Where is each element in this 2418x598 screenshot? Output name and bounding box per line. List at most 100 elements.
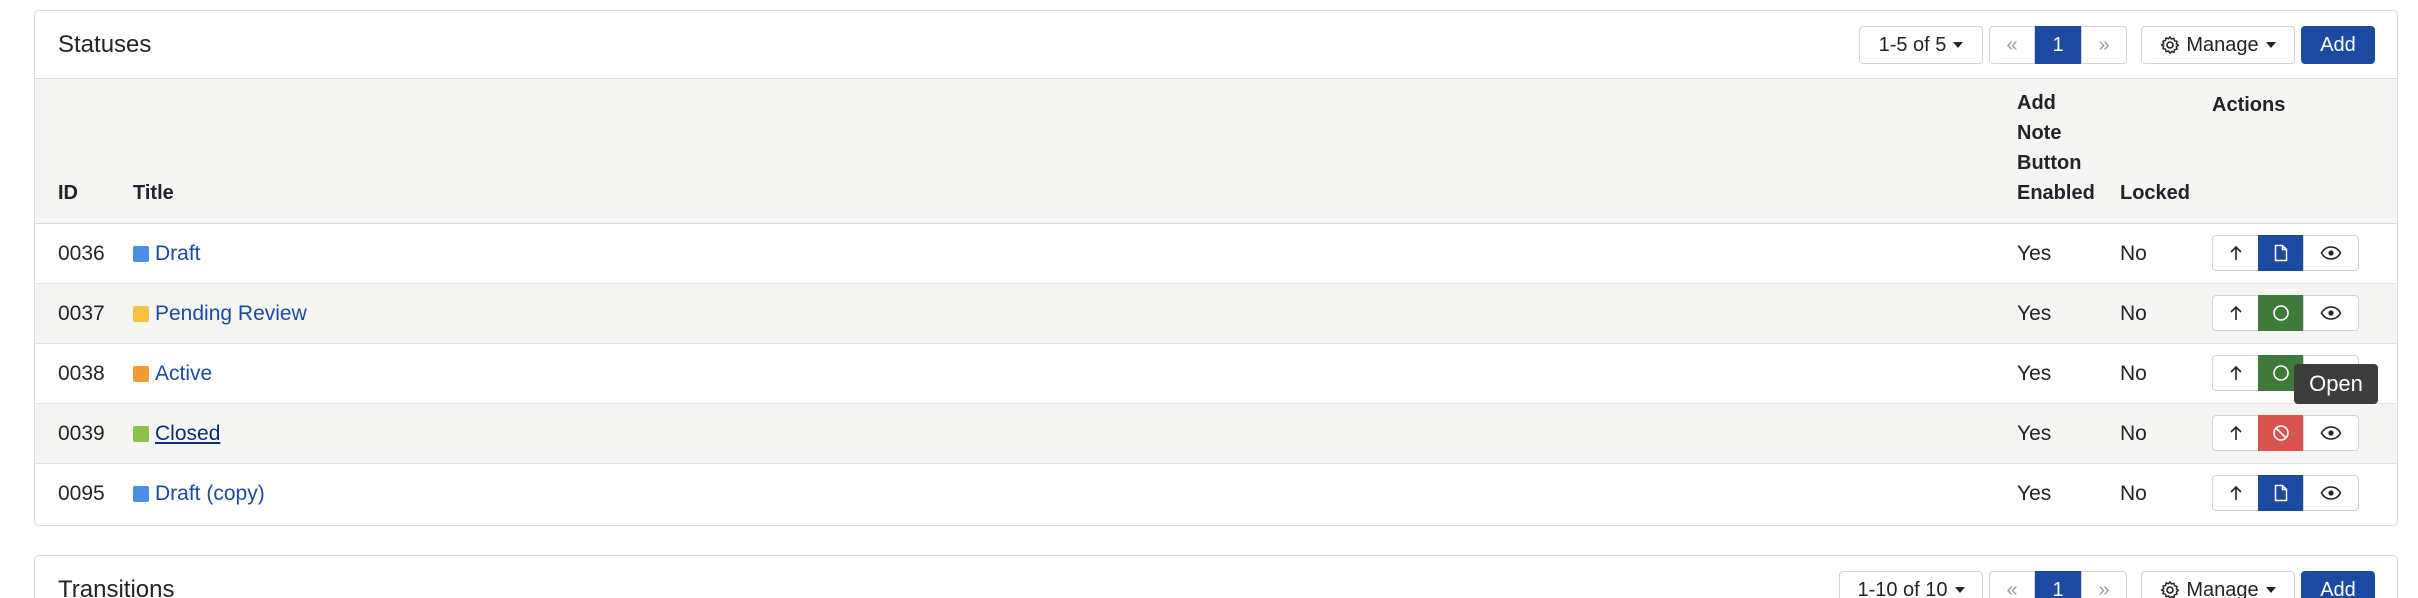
page-1-button[interactable]: 1 <box>2035 571 2081 598</box>
column-locked: Locked <box>2120 182 2191 204</box>
arrow-up-icon <box>2229 365 2242 380</box>
column-note-line: Note <box>2017 122 2062 144</box>
status-id: 0037 <box>58 302 105 325</box>
move-up-button[interactable] <box>2212 295 2259 331</box>
view-button[interactable] <box>2303 295 2359 331</box>
color-swatch <box>133 366 149 382</box>
circle-icon <box>2273 365 2289 381</box>
row-actions <box>2212 415 2359 451</box>
eye-icon <box>2320 426 2342 440</box>
table-row: 0039 Closed Yes No <box>35 404 2397 464</box>
caret-down-icon <box>1954 587 1965 593</box>
status-title-link[interactable]: Active <box>155 359 212 389</box>
gear-icon <box>2161 36 2180 54</box>
table-body: 0036 Draft Yes No 0037 Pending Review Ye… <box>35 224 2397 524</box>
color-swatch <box>133 426 149 442</box>
color-swatch <box>133 486 149 502</box>
column-add-note-button-enabled: Add Note Button Enabled <box>2017 88 2107 208</box>
caret-down-icon <box>2265 42 2276 48</box>
add-status-button[interactable]: Add <box>2301 26 2375 64</box>
double-chevron-right-icon: » <box>2098 33 2110 56</box>
note-enabled-value: Yes <box>2017 302 2052 325</box>
pagination: « 1 » <box>1989 571 2127 598</box>
move-up-button[interactable] <box>2212 355 2259 391</box>
state-draft-button[interactable] <box>2257 235 2305 271</box>
locked-value: No <box>2120 302 2147 325</box>
double-chevron-left-icon: « <box>2006 578 2018 598</box>
arrow-up-icon <box>2229 425 2242 440</box>
manage-dropdown[interactable]: Manage <box>2141 571 2295 598</box>
note-enabled-value: Yes <box>2017 242 2052 265</box>
state-closed-button[interactable] <box>2257 415 2305 451</box>
move-up-button[interactable] <box>2212 415 2259 451</box>
arrow-up-icon <box>2229 305 2242 320</box>
state-draft-button[interactable] <box>2257 475 2305 511</box>
caret-down-icon <box>2265 587 2276 593</box>
column-actions: Actions <box>2212 94 2286 116</box>
range-dropdown[interactable]: 1-10 of 10 <box>1839 571 1983 598</box>
range-dropdown[interactable]: 1-5 of 5 <box>1859 26 1983 64</box>
open-tooltip: Open <box>2294 364 2378 404</box>
gear-icon <box>2161 581 2180 598</box>
status-title-link[interactable]: Draft (copy) <box>155 479 265 509</box>
column-note-line: Enabled <box>2017 182 2095 204</box>
state-open-button[interactable] <box>2257 295 2305 331</box>
column-id: ID <box>58 182 78 204</box>
ban-icon <box>2273 425 2289 441</box>
first-page-button[interactable]: « <box>1989 571 2035 598</box>
manage-dropdown[interactable]: Manage <box>2141 26 2295 64</box>
add-transition-button[interactable]: Add <box>2301 571 2375 598</box>
transitions-header: Transitions 1-10 of 10 « 1 » Manage Add <box>35 556 2397 598</box>
arrow-up-icon <box>2229 245 2242 260</box>
status-id: 0036 <box>58 242 105 265</box>
eye-icon <box>2320 486 2342 500</box>
last-page-button[interactable]: » <box>2081 571 2127 598</box>
locked-value: No <box>2120 242 2147 265</box>
table-row: 0037 Pending Review Yes No <box>35 284 2397 344</box>
note-enabled-value: Yes <box>2017 482 2052 505</box>
double-chevron-left-icon: « <box>2006 33 2018 56</box>
status-title-link[interactable]: Draft <box>155 239 201 269</box>
color-swatch <box>133 306 149 322</box>
row-actions <box>2212 235 2359 271</box>
circle-icon <box>2273 305 2289 321</box>
transitions-panel: Transitions 1-10 of 10 « 1 » Manage Add <box>34 555 2398 598</box>
statuses-title: Statuses <box>58 31 152 58</box>
view-button[interactable] <box>2303 235 2359 271</box>
table-header: ID Title Add Note Button Enabled Locked … <box>35 79 2397 224</box>
page-1-button[interactable]: 1 <box>2035 26 2081 64</box>
last-page-button[interactable]: » <box>2081 26 2127 64</box>
column-note-line: Button <box>2017 152 2082 174</box>
caret-down-icon <box>1953 42 1964 48</box>
file-icon <box>2274 244 2288 262</box>
file-icon <box>2274 484 2288 502</box>
transitions-title: Transitions <box>58 576 175 598</box>
range-label: 1-5 of 5 <box>1878 33 1947 56</box>
locked-value: No <box>2120 362 2147 385</box>
status-id: 0095 <box>58 482 105 505</box>
status-id: 0038 <box>58 362 105 385</box>
color-swatch <box>133 246 149 262</box>
pagination: « 1 » <box>1989 26 2127 64</box>
manage-label: Manage <box>2186 33 2259 56</box>
view-button[interactable] <box>2303 415 2359 451</box>
first-page-button[interactable]: « <box>1989 26 2035 64</box>
status-title-link[interactable]: Closed <box>155 419 220 449</box>
statuses-panel: Statuses 1-5 of 5 « 1 » Manage Add ID Ti… <box>34 10 2398 526</box>
statuses-toolbar: 1-5 of 5 « 1 » Manage Add <box>1859 26 2375 64</box>
view-button[interactable] <box>2303 475 2359 511</box>
range-label: 1-10 of 10 <box>1857 578 1948 598</box>
eye-icon <box>2320 246 2342 260</box>
manage-label: Manage <box>2186 578 2259 598</box>
move-up-button[interactable] <box>2212 235 2259 271</box>
locked-value: No <box>2120 482 2147 505</box>
table-row: 0095 Draft (copy) Yes No <box>35 464 2397 524</box>
arrow-up-icon <box>2229 485 2242 500</box>
locked-value: No <box>2120 422 2147 445</box>
status-title-link[interactable]: Pending Review <box>155 299 307 329</box>
note-enabled-value: Yes <box>2017 362 2052 385</box>
row-actions <box>2212 475 2359 511</box>
column-title: Title <box>133 182 174 204</box>
move-up-button[interactable] <box>2212 475 2259 511</box>
column-note-line: Add <box>2017 92 2056 114</box>
